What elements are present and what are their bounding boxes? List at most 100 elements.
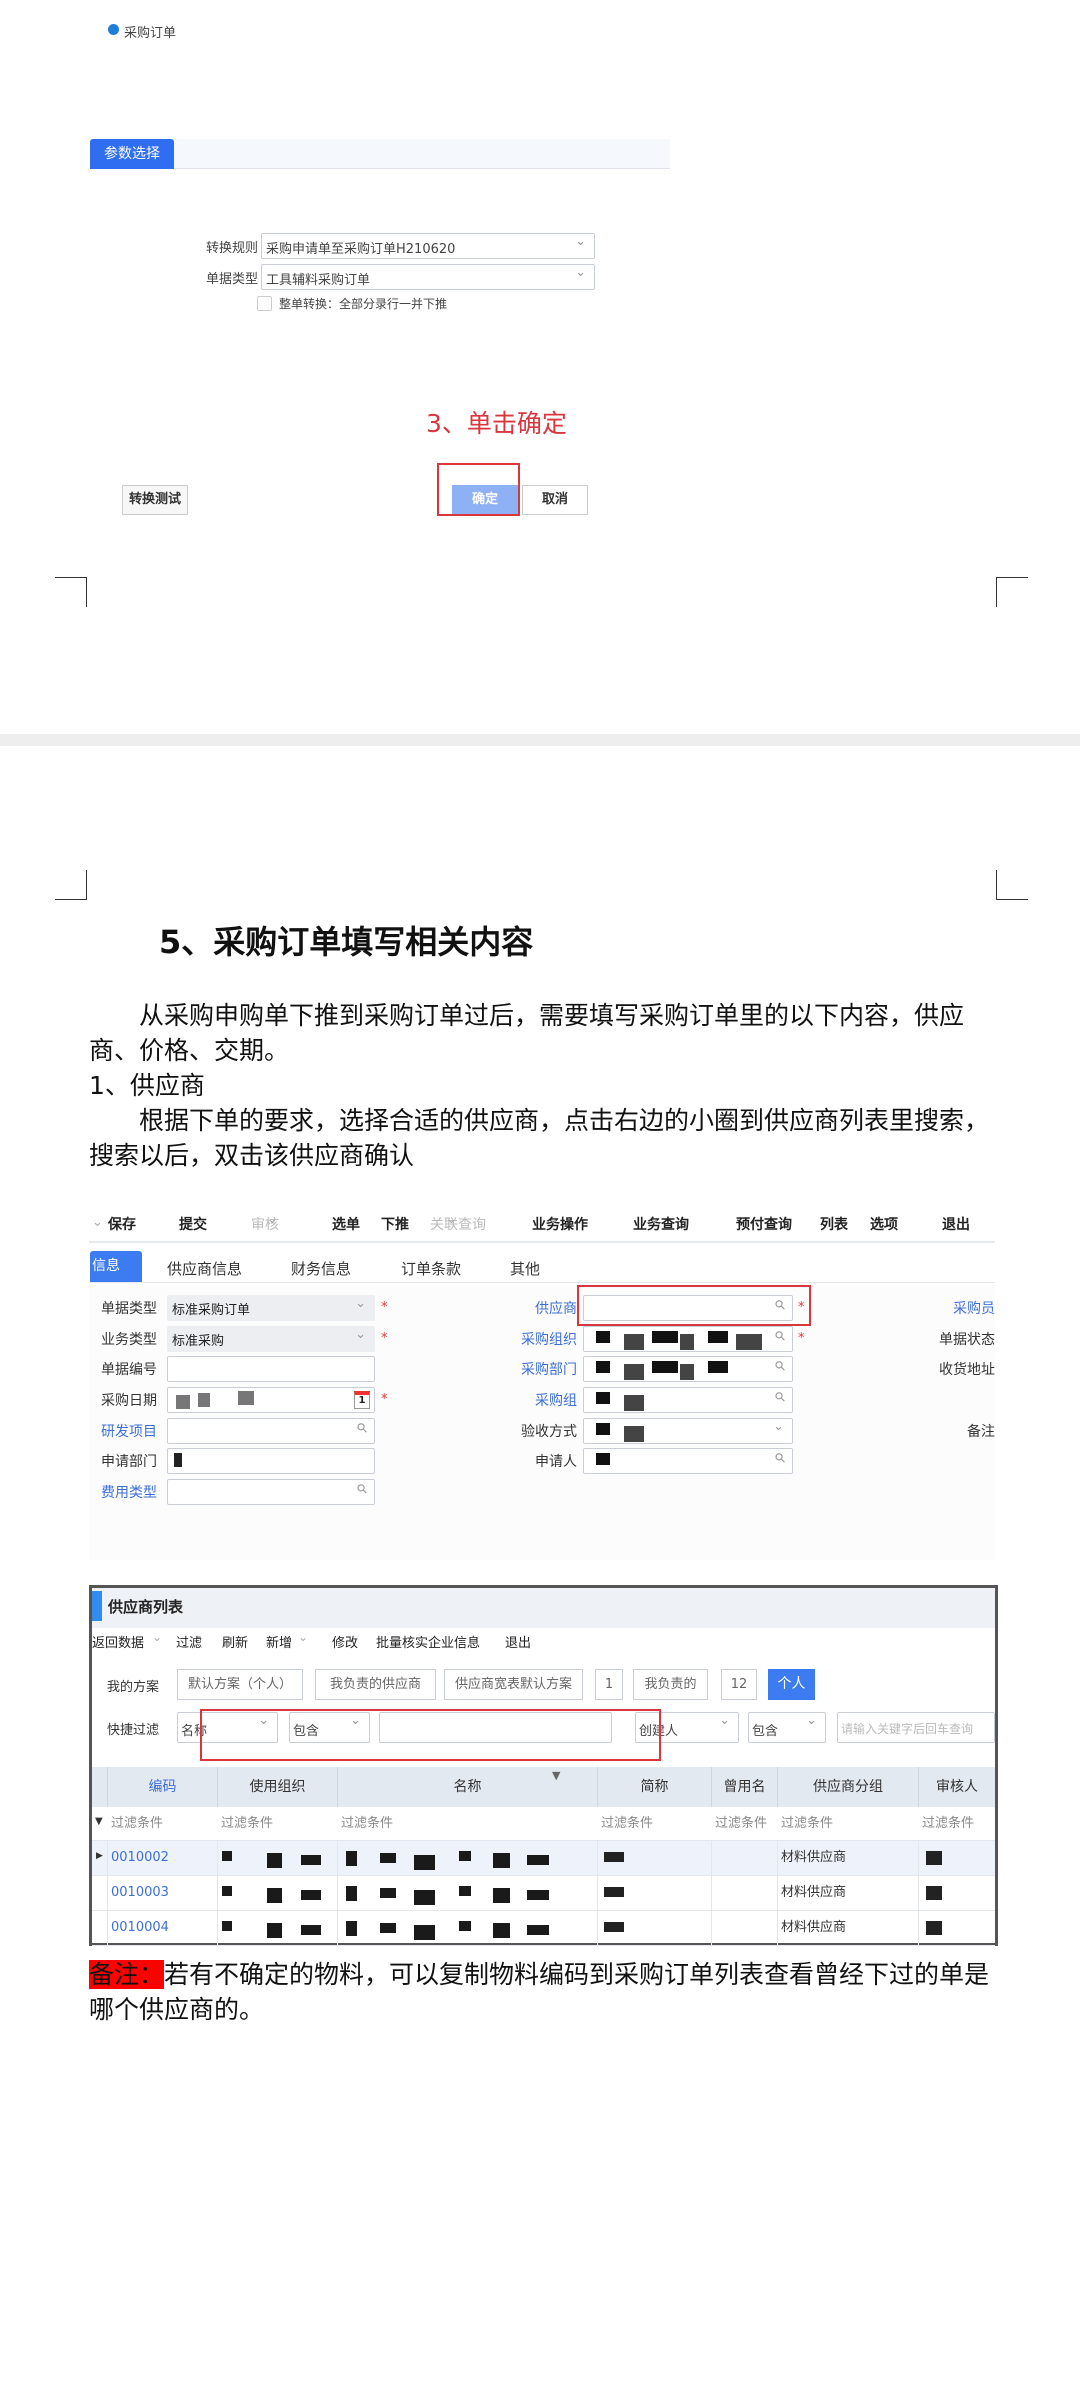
toolbar-button[interactable]: 退出 bbox=[942, 1214, 970, 1234]
field-input[interactable] bbox=[167, 1448, 375, 1474]
cancel-button[interactable]: 取消 bbox=[522, 485, 588, 515]
rule-select[interactable]: 采购申请单至采购订单H210620 bbox=[261, 233, 595, 259]
column-header[interactable]: 曾用名 bbox=[711, 1767, 777, 1807]
scheme-button[interactable]: 我负责的 bbox=[633, 1669, 708, 1700]
field-input[interactable] bbox=[167, 1356, 375, 1382]
redacted-block bbox=[596, 1361, 610, 1373]
highlight-box bbox=[437, 463, 520, 516]
toolbar-button[interactable]: 批量核实企业信息 bbox=[376, 1632, 480, 1651]
field-input[interactable] bbox=[583, 1418, 793, 1444]
redacted-block bbox=[174, 1453, 182, 1467]
scheme-button[interactable]: 供应商宽表默认方案 bbox=[444, 1669, 583, 1700]
toolbar-button[interactable]: 预付查询 bbox=[736, 1214, 792, 1234]
field-input[interactable] bbox=[583, 1326, 793, 1352]
filter2-op-select[interactable]: 包含 bbox=[748, 1712, 826, 1743]
redacted-block bbox=[624, 1334, 644, 1350]
table-row[interactable]: 0010003 材料供应商 bbox=[92, 1876, 995, 1911]
redacted-block bbox=[346, 1851, 357, 1866]
toolbar-button[interactable]: 退出 bbox=[505, 1632, 531, 1651]
tab-1[interactable]: 供应商信息 bbox=[167, 1258, 242, 1279]
required-icon: * bbox=[381, 1392, 388, 1407]
scheme-button[interactable]: 我负责的供应商 bbox=[315, 1669, 436, 1700]
redacted-block bbox=[708, 1331, 728, 1343]
scheme-button[interactable]: 12 bbox=[721, 1669, 757, 1700]
scheme-button[interactable]: 默认方案（个人） bbox=[177, 1669, 303, 1700]
convert-test-button[interactable]: 转换测试 bbox=[122, 485, 188, 515]
list-item-supplier: 1、供应商 bbox=[89, 1071, 205, 1100]
redacted-block bbox=[459, 1851, 471, 1861]
required-icon: * bbox=[381, 1300, 388, 1315]
chevron-down-icon: ⌄ bbox=[267, 1212, 278, 1227]
field-input[interactable] bbox=[167, 1479, 375, 1505]
cell-divider bbox=[597, 1841, 598, 1876]
column-header[interactable]: 供应商分组 bbox=[777, 1767, 918, 1807]
redacted-block bbox=[267, 1888, 282, 1903]
calendar-icon[interactable]: 1 bbox=[354, 1391, 370, 1409]
redacted-block bbox=[493, 1923, 510, 1938]
column-header[interactable]: 使用组织 bbox=[217, 1767, 337, 1807]
tab-2[interactable]: 财务信息 bbox=[291, 1258, 351, 1279]
scheme-button[interactable]: 1 bbox=[595, 1669, 623, 1700]
toolbar-button[interactable]: 修改 bbox=[332, 1632, 358, 1651]
supplier-group: 材料供应商 bbox=[781, 1920, 847, 1935]
tab-3[interactable]: 订单条款 bbox=[401, 1258, 461, 1279]
field-input[interactable]: 标准采购订单 bbox=[167, 1295, 375, 1321]
supplier-code[interactable]: 0010002 bbox=[111, 1841, 169, 1874]
filter-cell[interactable]: 过滤条件 bbox=[922, 1807, 974, 1840]
filter2-keyword-input[interactable]: 请输入关键字后回车查询 bbox=[837, 1712, 995, 1743]
toolbar-button[interactable]: 关联查询 bbox=[430, 1214, 486, 1234]
redacted-block bbox=[596, 1453, 610, 1465]
supplier-code[interactable]: 0010004 bbox=[111, 1911, 169, 1944]
toolbar-button[interactable]: 新增 bbox=[266, 1632, 292, 1651]
type-select[interactable]: 工具辅料采购订单 bbox=[261, 264, 595, 290]
chevron-down-icon: ⌄ bbox=[886, 1212, 897, 1227]
field-label: 采购组 bbox=[535, 1393, 577, 1409]
column-header[interactable]: 简称 bbox=[597, 1767, 711, 1807]
redacted-block bbox=[604, 1922, 624, 1932]
chevron-down-icon: ⌄ bbox=[195, 1212, 206, 1227]
cell-divider bbox=[597, 1911, 598, 1946]
filter-cell[interactable]: 过滤条件 bbox=[781, 1807, 833, 1840]
toolbar-button[interactable]: 业务查询 bbox=[633, 1214, 689, 1234]
field-label: 单据状态 bbox=[939, 1332, 995, 1348]
toolbar-button[interactable]: 列表 bbox=[820, 1214, 848, 1234]
tab-info[interactable]: 信息 bbox=[90, 1251, 142, 1282]
redacted-block bbox=[493, 1888, 510, 1903]
field-input[interactable] bbox=[583, 1356, 793, 1382]
table-row[interactable]: 0010004 材料供应商 bbox=[92, 1911, 995, 1946]
filter-cell[interactable]: 过滤条件 bbox=[601, 1807, 653, 1840]
tab-4[interactable]: 其他 bbox=[510, 1258, 540, 1279]
field-input[interactable]: 标准采购 bbox=[167, 1326, 375, 1352]
toolbar-button[interactable]: 下推 bbox=[381, 1214, 409, 1234]
field-input[interactable] bbox=[583, 1387, 793, 1413]
field-input[interactable] bbox=[583, 1448, 793, 1474]
redacted-block bbox=[267, 1923, 282, 1938]
field-input[interactable] bbox=[167, 1418, 375, 1444]
table-filter-row: ▼ 过滤条件 过滤条件 过滤条件 过滤条件 过滤条件 过滤条件 过滤条件 bbox=[92, 1807, 995, 1841]
field-label: 备注 bbox=[967, 1424, 995, 1440]
tab-params[interactable]: 参数选择 bbox=[90, 139, 174, 169]
column-header[interactable]: 审核人 bbox=[918, 1767, 995, 1807]
column-header[interactable]: 编码 bbox=[107, 1767, 217, 1807]
filter-icon[interactable]: ▼ bbox=[552, 1769, 560, 1782]
toolbar-button[interactable]: 过滤 bbox=[176, 1632, 202, 1651]
scheme-button[interactable]: 个人 bbox=[768, 1669, 815, 1700]
field-input[interactable]: 1 bbox=[167, 1387, 375, 1413]
filter-cell[interactable]: 过滤条件 bbox=[111, 1807, 163, 1840]
cell-divider bbox=[107, 1911, 108, 1946]
whole-convert-checkbox[interactable] bbox=[257, 296, 272, 311]
table-row[interactable]: ▶ 0010002 材料供应商 bbox=[92, 1841, 995, 1876]
cell-divider bbox=[918, 1841, 919, 1876]
filter-cell[interactable]: 过滤条件 bbox=[341, 1807, 393, 1840]
toolbar-button[interactable]: 返回数据 bbox=[92, 1632, 144, 1651]
cell-divider bbox=[337, 1876, 338, 1911]
filter-cell[interactable]: 过滤条件 bbox=[715, 1807, 767, 1840]
filter-cell[interactable]: 过滤条件 bbox=[221, 1807, 273, 1840]
cell-divider bbox=[777, 1841, 778, 1876]
toolbar-button[interactable]: 业务操作 bbox=[532, 1214, 588, 1234]
toolbar-button[interactable]: 选单 bbox=[332, 1214, 360, 1234]
supplier-code[interactable]: 0010003 bbox=[111, 1876, 169, 1909]
radio-selected-icon[interactable] bbox=[108, 24, 119, 35]
note-paragraph: 备注：若有不确定的物料，可以复制物料编码到采购订单列表查看曾经下过的单是哪个供应… bbox=[89, 1957, 999, 2027]
toolbar-button[interactable]: 刷新 bbox=[222, 1632, 248, 1651]
